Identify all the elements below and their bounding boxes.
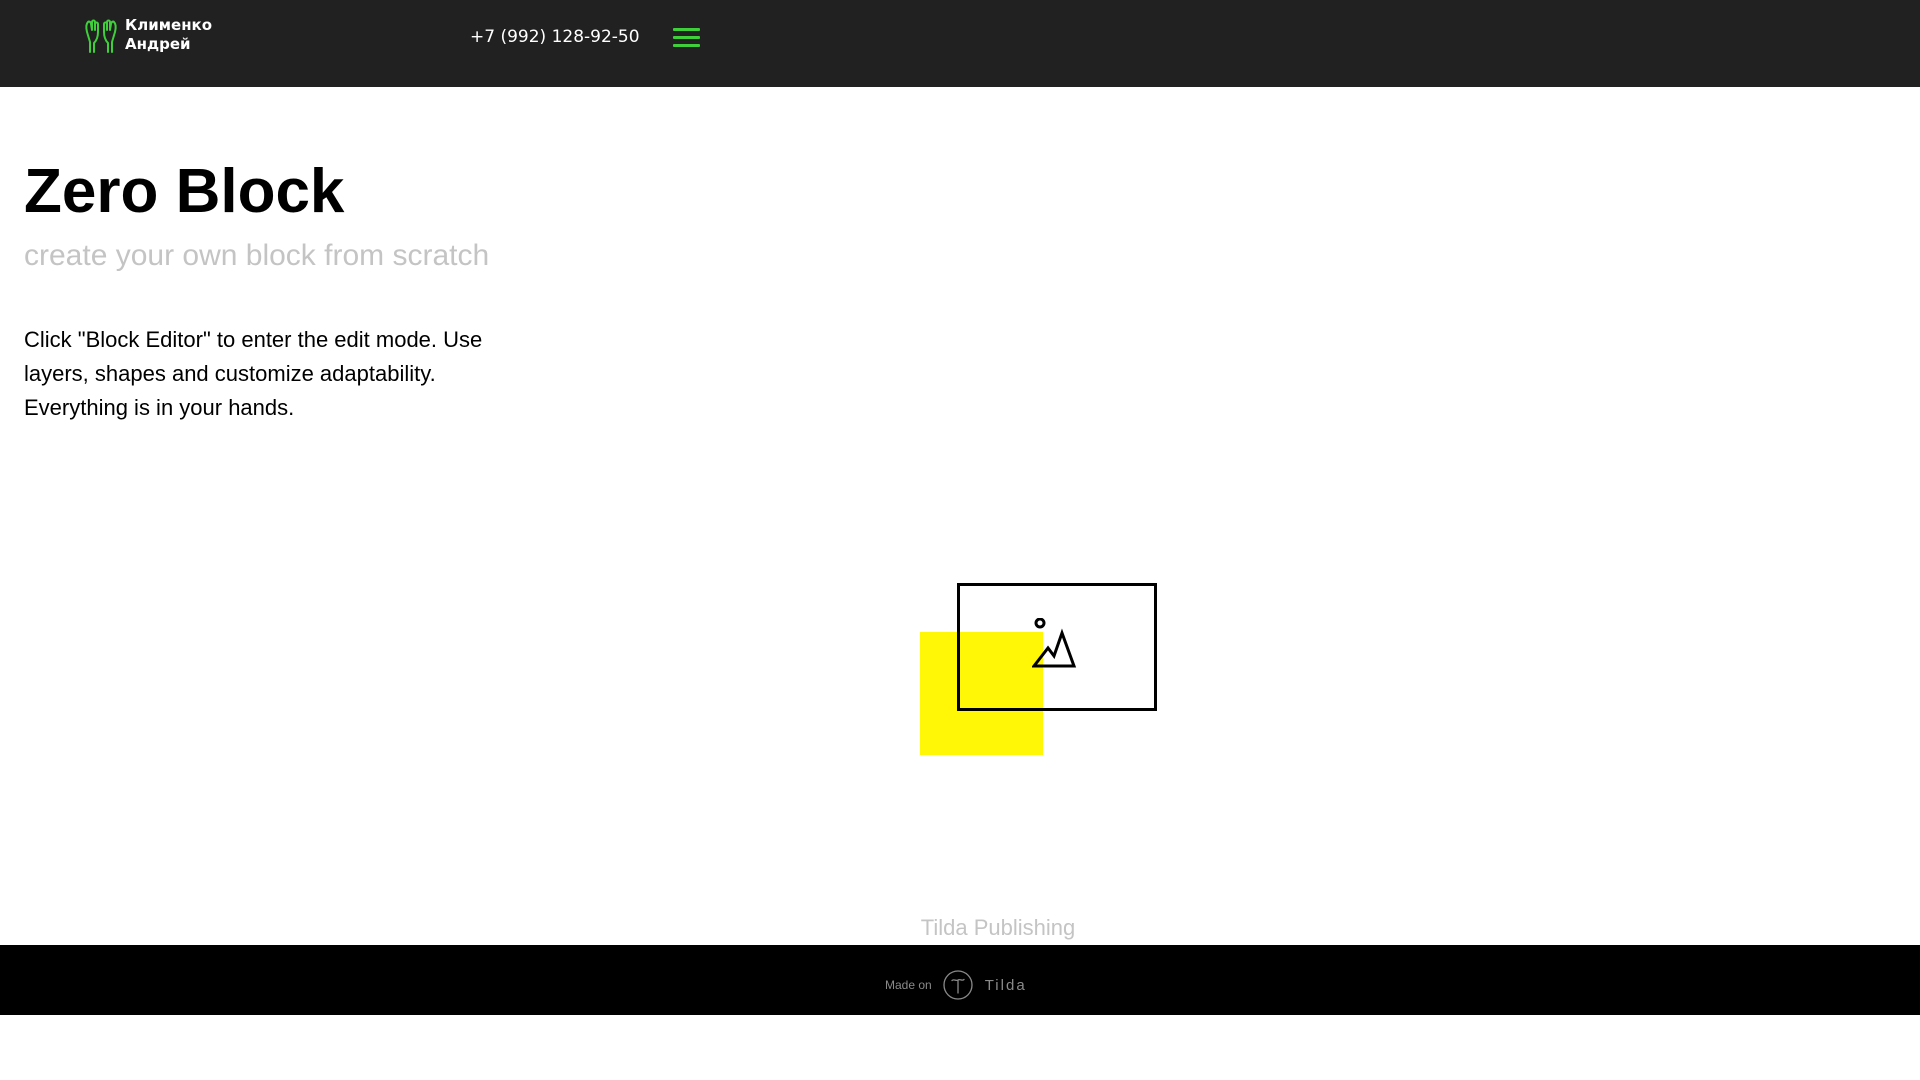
- publisher-label: Tilda Publishing: [920, 915, 1076, 940]
- zero-block-illustration: [920, 583, 1157, 755]
- page-subtitle: create your own block from scratch: [24, 239, 490, 272]
- tilda-logo-icon: [943, 970, 973, 1000]
- logo-text: Клименко Андрей: [125, 16, 255, 54]
- logo-line-1: Клименко: [125, 16, 213, 34]
- page-title: Zero Block: [24, 157, 345, 226]
- logo-line-2: Андрей: [125, 35, 191, 53]
- made-on-tilda-link[interactable]: Made on Tilda: [885, 970, 1027, 1000]
- gloves-icon: [85, 19, 117, 53]
- phone-link[interactable]: +7 (992) 128-92-50: [470, 26, 640, 48]
- site-header: Клименко Андрей +7 (992) 128-92-50: [0, 0, 1920, 87]
- hamburger-menu-icon[interactable]: [673, 28, 701, 48]
- made-on-label: Made on: [885, 978, 932, 992]
- site-logo[interactable]: Клименко Андрей: [82, 16, 255, 54]
- site-footer: Made on Tilda: [0, 945, 1920, 1015]
- image-placeholder-icon: [1032, 618, 1077, 668]
- tilda-brand: Tilda: [984, 976, 1027, 994]
- description-text: Click "Block Editor" to enter the edit m…: [24, 327, 483, 420]
